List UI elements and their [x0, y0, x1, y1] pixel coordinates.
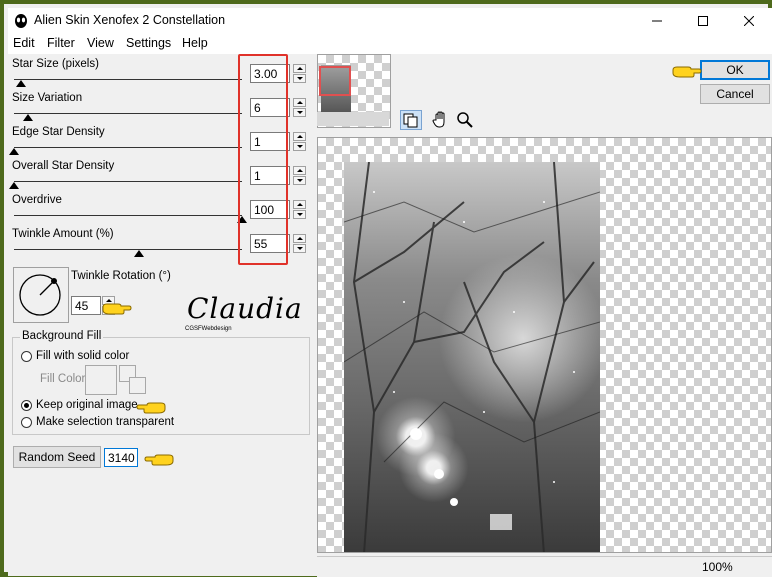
background-fill-title: Background Fill: [20, 330, 104, 342]
param-label: Overdrive: [12, 194, 62, 206]
fill-color-label: Fill Color: [40, 373, 86, 385]
hand-tool-button[interactable]: [431, 110, 453, 130]
spin-up-icon[interactable]: [293, 234, 306, 243]
close-button[interactable]: [726, 8, 772, 34]
make-transparent-label[interactable]: Make selection transparent: [36, 416, 174, 428]
signature-sub: CGSFWebdesign: [185, 326, 232, 332]
param-label: Size Variation: [12, 92, 83, 104]
window-title: Alien Skin Xenofex 2 Constellation: [34, 13, 226, 27]
title-bar: Alien Skin Xenofex 2 Constellation: [8, 8, 772, 34]
trees-image: [343, 161, 601, 552]
spin-up-icon[interactable]: [293, 132, 306, 141]
param-label: Overall Star Density: [12, 160, 115, 172]
alien-skin-icon: [15, 14, 27, 28]
spin-up-icon[interactable]: [293, 200, 306, 209]
navigator-viewport[interactable]: [319, 66, 351, 96]
param-label: Edge Star Density: [12, 126, 105, 138]
close-icon: [744, 16, 754, 26]
highlight-box: [238, 54, 288, 265]
cancel-button[interactable]: Cancel: [700, 84, 770, 104]
spin-down-icon[interactable]: [293, 108, 306, 117]
spin-up-icon[interactable]: [293, 166, 306, 175]
slider-track[interactable]: [14, 215, 242, 216]
pointing-hand-icon: [136, 402, 166, 414]
signature: Claudia CGSFWebdesign: [183, 292, 302, 338]
controls-panel: Star Size (pixels) 3.00 Size Variation 6 Edg…: [8, 54, 312, 576]
random-seed-button[interactable]: Random Seed: [13, 446, 101, 468]
slider-thumb[interactable]: [22, 114, 33, 121]
signature-name: Claudia: [187, 292, 303, 325]
spin-up-icon[interactable]: [293, 98, 306, 107]
slider-track[interactable]: [14, 113, 242, 114]
fill-color-swatch[interactable]: [85, 365, 117, 395]
rotation-label: Twinkle Rotation (°): [71, 270, 171, 282]
rotation-dial[interactable]: [14, 268, 68, 322]
menu-settings[interactable]: Settings: [126, 36, 171, 50]
slider-thumb[interactable]: [15, 80, 26, 87]
minimize-button[interactable]: [634, 8, 680, 34]
zoom-icon: [457, 112, 473, 128]
preview-image: [343, 161, 601, 552]
param-label: Twinkle Amount (%): [12, 228, 114, 240]
param-spinner[interactable]: [293, 234, 306, 253]
menu-filter[interactable]: Filter: [47, 36, 75, 50]
preview-canvas[interactable]: [317, 137, 772, 553]
app-window: Alien Skin Xenofex 2 Constellation Edit …: [8, 8, 772, 577]
make-transparent-radio[interactable]: [21, 417, 32, 428]
slider-track[interactable]: [14, 249, 242, 250]
window-frame: Alien Skin Xenofex 2 Constellation Edit …: [0, 0, 772, 577]
slider-track[interactable]: [14, 181, 242, 182]
status-bar: 100%: [317, 556, 772, 577]
swap-colors-icon[interactable]: [119, 365, 149, 395]
preview-area: OK Cancel: [317, 54, 772, 576]
zoom-level: 100%: [702, 560, 733, 574]
param-spinner[interactable]: [293, 132, 306, 151]
fill-solid-radio[interactable]: [21, 351, 32, 362]
spin-up-icon[interactable]: [293, 64, 306, 73]
thumbnail-strip: [317, 112, 389, 126]
minimize-icon: [652, 20, 662, 22]
param-spinner[interactable]: [293, 64, 306, 83]
param-label: Star Size (pixels): [12, 58, 99, 70]
hand-icon: [432, 111, 445, 128]
spin-down-icon[interactable]: [293, 244, 306, 253]
spin-down-icon[interactable]: [293, 74, 306, 83]
param-spinner[interactable]: [293, 200, 306, 219]
rotation-field[interactable]: 45: [71, 296, 101, 315]
maximize-button[interactable]: [680, 8, 726, 34]
spin-down-icon[interactable]: [293, 142, 306, 151]
menu-view[interactable]: View: [87, 36, 114, 50]
keep-original-label[interactable]: Keep original image: [36, 399, 138, 411]
slider-thumb[interactable]: [9, 148, 19, 155]
menu-bar: Edit Filter View Settings Help: [8, 34, 772, 54]
menu-help[interactable]: Help: [182, 36, 208, 50]
pointing-hand-icon: [102, 303, 132, 315]
zoom-tool-button[interactable]: [455, 110, 477, 130]
slider-track[interactable]: [14, 79, 242, 80]
pointing-hand-icon: [144, 454, 174, 466]
rotation-dial-frame: [13, 267, 69, 323]
slider-thumb[interactable]: [9, 182, 19, 189]
random-seed-field[interactable]: 3140: [104, 448, 138, 467]
compare-tool-button[interactable]: [400, 110, 422, 130]
compare-icon: [403, 113, 418, 128]
menu-edit[interactable]: Edit: [13, 36, 35, 50]
ok-button[interactable]: OK: [700, 60, 770, 80]
param-spinner[interactable]: [293, 166, 306, 185]
slider-track[interactable]: [14, 147, 242, 148]
param-spinner[interactable]: [293, 98, 306, 117]
fill-solid-label[interactable]: Fill with solid color: [36, 350, 129, 362]
spin-down-icon[interactable]: [293, 210, 306, 219]
slider-thumb[interactable]: [134, 250, 145, 257]
pointing-hand-icon: [672, 66, 702, 78]
maximize-icon: [698, 16, 708, 26]
keep-original-radio[interactable]: [21, 400, 32, 411]
spin-down-icon[interactable]: [293, 176, 306, 185]
